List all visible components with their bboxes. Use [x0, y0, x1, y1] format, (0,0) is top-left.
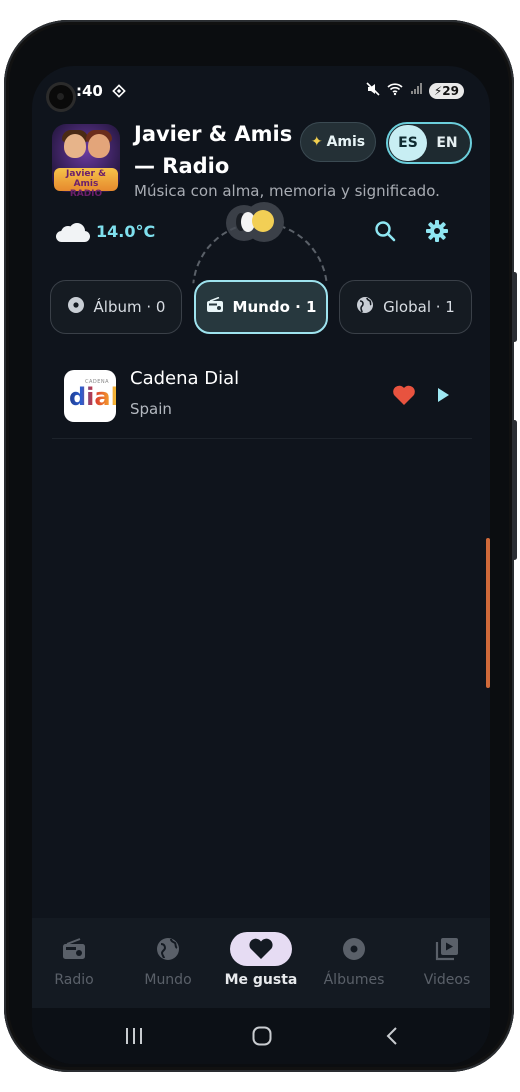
mute-icon: [366, 82, 380, 100]
temperature: 14.0°C: [96, 222, 156, 241]
front-camera: [49, 85, 73, 109]
nav-label-mundo: Mundo: [144, 972, 192, 988]
nav-item-albumes[interactable]: Álbumes: [308, 918, 400, 1008]
weather-widget: 14.0°C: [56, 222, 156, 242]
station-logo: CADENA dial: [64, 370, 116, 422]
app-screen: :40 ⚡29 Javier & Amis RADIO Javier & Ami…: [32, 66, 490, 1064]
favorite-heart-icon[interactable]: [392, 384, 416, 406]
location-diamond-icon: [112, 83, 126, 102]
search-icon: [374, 220, 396, 246]
disc-icon: [67, 296, 85, 318]
video-library-icon: [416, 932, 478, 966]
disc-icon: [323, 932, 385, 966]
nav-label-me-gusta: Me gusta: [224, 972, 298, 988]
globe-icon: [137, 932, 199, 966]
filter-chips: Álbum · 0 Mundo · 1 Global · 1: [50, 280, 472, 334]
heart-icon: [230, 932, 292, 966]
nav-label-albumes: Álbumes: [323, 972, 385, 988]
back-button[interactable]: [362, 1018, 422, 1054]
system-navigation-bar: [32, 1008, 490, 1064]
recents-icon: [126, 1028, 142, 1044]
chip-album-label: Álbum · 0: [93, 298, 166, 316]
search-button[interactable]: [370, 218, 400, 248]
list-item[interactable]: CADENA dial Cadena Dial Spain: [52, 358, 472, 439]
gear-icon: [425, 219, 449, 247]
scroll-indicator: [486, 538, 490, 688]
status-icons: ⚡29: [366, 82, 464, 100]
app-subtitle: Música con alma, memoria y significado.: [134, 182, 440, 200]
chip-global[interactable]: Global · 1: [339, 280, 472, 334]
status-bar: :40 ⚡29: [32, 66, 490, 110]
station-country: Spain: [130, 400, 172, 418]
cloud-icon: [56, 222, 90, 242]
sparkle-icon: ✦: [310, 134, 323, 150]
signal-icon: [410, 83, 422, 99]
nav-item-videos[interactable]: Videos: [401, 918, 490, 1008]
battery-indicator: ⚡29: [428, 83, 464, 99]
nav-label-videos: Videos: [423, 972, 471, 988]
battery-level: 29: [442, 84, 459, 98]
radio-icon: [43, 932, 105, 966]
volume-button: [512, 272, 517, 342]
chip-global-label: Global · 1: [383, 298, 455, 316]
logo-text-line1: Javier & Amis: [66, 169, 106, 189]
back-chevron-icon: [386, 1027, 397, 1045]
language-option-en[interactable]: EN: [427, 125, 467, 161]
bottom-navigation: Radio Mundo Me gusta Álbumes Videos: [32, 918, 490, 1008]
amis-button-label: Amis: [326, 134, 366, 150]
recent-apps-button[interactable]: [104, 1018, 164, 1054]
chip-mundo[interactable]: Mundo · 1: [194, 280, 328, 334]
home-button[interactable]: [232, 1018, 292, 1054]
sun-icon: [252, 210, 274, 232]
play-icon[interactable]: [434, 386, 452, 404]
chip-mundo-label: Mundo · 1: [232, 298, 317, 316]
language-option-es[interactable]: ES: [389, 125, 427, 161]
settings-button[interactable]: [422, 218, 452, 248]
wifi-icon: [387, 82, 403, 100]
home-icon: [252, 1026, 272, 1046]
power-button: [512, 420, 517, 560]
status-time: :40: [76, 82, 103, 100]
nav-label-radio: Radio: [54, 972, 94, 988]
nav-item-mundo[interactable]: Mundo: [122, 918, 214, 1008]
globe-icon: [356, 296, 374, 318]
radio-icon: [206, 296, 224, 317]
app-logo: Javier & Amis RADIO: [52, 124, 120, 199]
logo-text-line2: RADIO: [69, 189, 103, 199]
station-logo-text: dial: [69, 384, 116, 410]
nav-item-me-gusta[interactable]: Me gusta: [215, 918, 307, 1008]
app-title: Javier & Amis — Radio: [134, 122, 293, 178]
station-name: Cadena Dial: [130, 368, 240, 389]
phone-frame: :40 ⚡29 Javier & Amis RADIO Javier & Ami…: [4, 20, 517, 1072]
nav-item-radio[interactable]: Radio: [32, 918, 120, 1008]
amis-button[interactable]: ✦ Amis: [300, 122, 376, 162]
logo-banner: Javier & Amis RADIO: [54, 168, 118, 199]
chip-album[interactable]: Álbum · 0: [50, 280, 182, 334]
language-toggle[interactable]: ES EN: [386, 122, 472, 164]
